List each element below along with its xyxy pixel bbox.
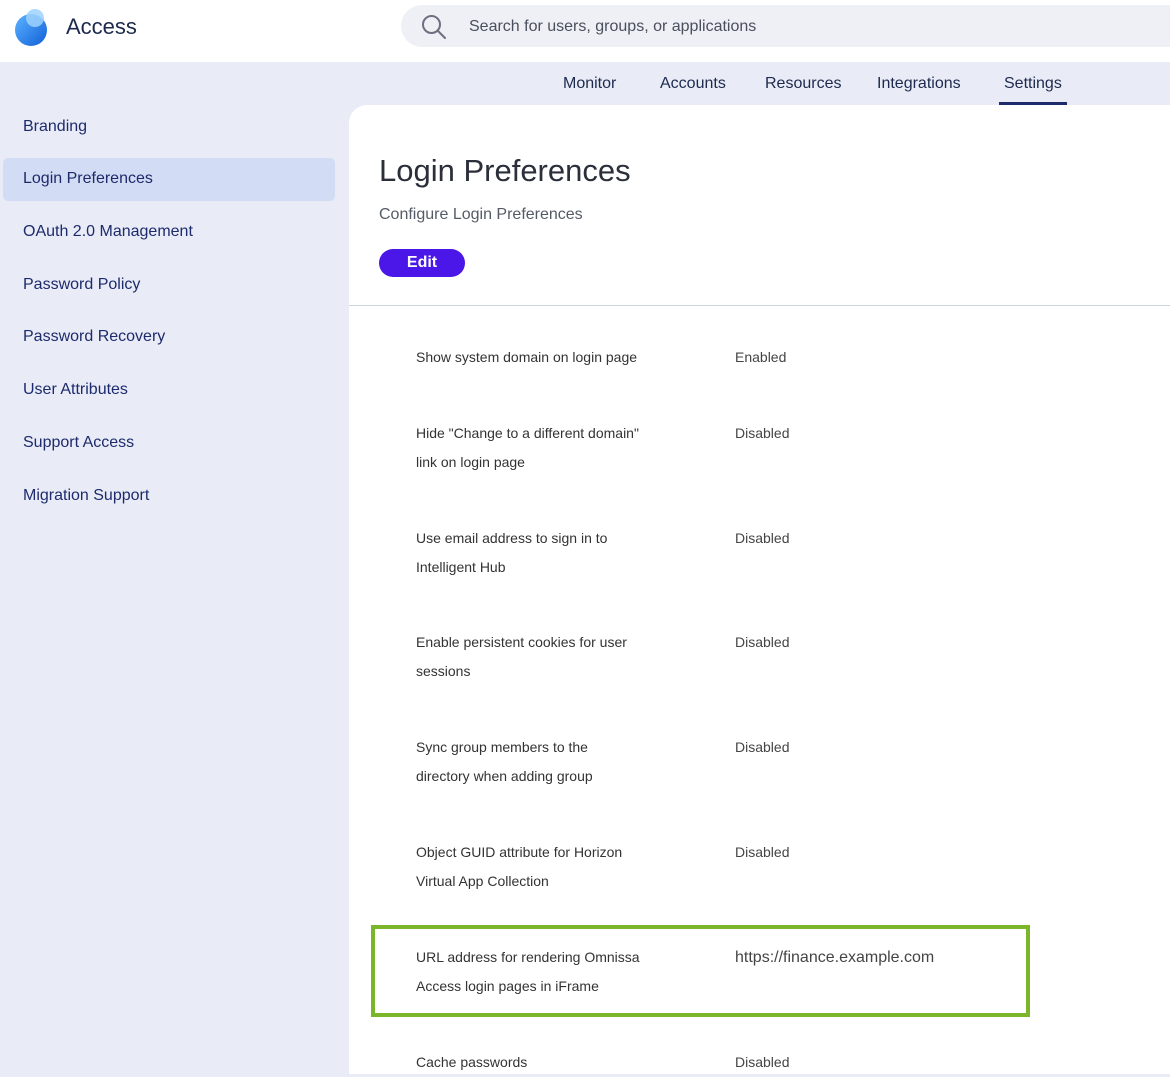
setting-value-url: https://finance.example.com [735,949,935,966]
edit-button[interactable]: Edit [379,249,465,277]
tab-accounts[interactable]: Accounts [660,75,726,102]
setting-label-line: Show system domain on login page [416,349,638,365]
setting-label-line: link on login page [416,454,525,470]
setting-label: Show system domain on login page [416,343,666,372]
sidebar-item-user-attributes[interactable]: User Attributes [3,369,335,412]
setting-label: Cache passwords [416,1048,666,1077]
sidebar-item-label: User Attributes [23,381,128,398]
setting-label: Enable persistent cookies for user sessi… [416,628,666,686]
page-title: Login Preferences [379,153,631,188]
setting-label-line: Access login pages in iFrame [416,978,599,994]
setting-value: Disabled [735,634,790,650]
setting-label-line: sessions [416,663,471,679]
setting-value: Disabled [735,1054,790,1070]
sidebar-item-oauth-management[interactable]: OAuth 2.0 Management [3,211,335,254]
setting-value: Disabled [735,844,790,860]
page-subtitle: Configure Login Preferences [379,206,583,223]
setting-label: Object GUID attribute for Horizon Virtua… [416,838,666,896]
setting-value: Enabled [735,349,787,365]
tab-resources[interactable]: Resources [765,75,841,102]
setting-label-line: Enable persistent cookies for user [416,634,627,650]
search-icon[interactable] [421,14,447,40]
setting-value: Disabled [735,530,790,546]
setting-value: Disabled [735,425,790,441]
sidebar-item-login-preferences[interactable]: Login Preferences [3,158,335,201]
tab-settings[interactable]: Settings [999,75,1067,105]
setting-label-line: URL address for rendering Omnissa [416,949,640,965]
sidebar-item-branding[interactable]: Branding [3,106,335,149]
sidebar-item-label: Support Access [23,434,135,451]
sidebar-item-label: OAuth 2.0 Management [23,223,193,240]
setting-label-line: Object GUID attribute for Horizon [416,844,623,860]
global-search[interactable] [401,5,1170,49]
setting-label-line: Use email address to sign in to [416,530,608,546]
sidebar-item-support-access[interactable]: Support Access [3,422,335,465]
sidebar-item-label: Login Preferences [23,170,153,187]
setting-value: Disabled [735,739,790,755]
sidebar-item-password-recovery[interactable]: Password Recovery [3,316,335,359]
app-header: Access [0,0,1170,62]
sidebar-item-label: Branding [23,118,88,135]
setting-label-line: Sync group members to the [416,739,588,755]
tab-integrations[interactable]: Integrations [877,75,961,102]
app-title: Access [66,14,137,39]
sidebar-item-label: Password Recovery [23,328,166,345]
search-input[interactable] [467,5,1151,49]
setting-label-line: Cache passwords [416,1054,528,1070]
setting-label: Use email address to sign in to Intellig… [416,524,666,582]
access-logo-icon[interactable] [14,7,48,47]
setting-label-line: Hide "Change to a different domain" [416,425,639,441]
tab-monitor[interactable]: Monitor [563,75,616,102]
setting-label: URL address for rendering Omnissa Access… [416,943,666,1001]
main-panel: Login Preferences Configure Login Prefer… [349,105,1170,1074]
sidebar-item-migration-support[interactable]: Migration Support [3,475,335,518]
setting-label: Hide "Change to a different domain" link… [416,419,666,477]
top-nav: Monitor Accounts Resources Integrations … [0,62,1170,106]
setting-label-line: Intelligent Hub [416,559,506,575]
divider [349,305,1170,306]
setting-label-line: Virtual App Collection [416,873,549,889]
setting-label: Sync group members to the directory when… [416,733,666,791]
sidebar-item-password-policy[interactable]: Password Policy [3,264,335,307]
sidebar-item-label: Password Policy [23,276,141,293]
sidebar-item-label: Migration Support [23,487,150,504]
setting-label-line: directory when adding group [416,768,593,784]
